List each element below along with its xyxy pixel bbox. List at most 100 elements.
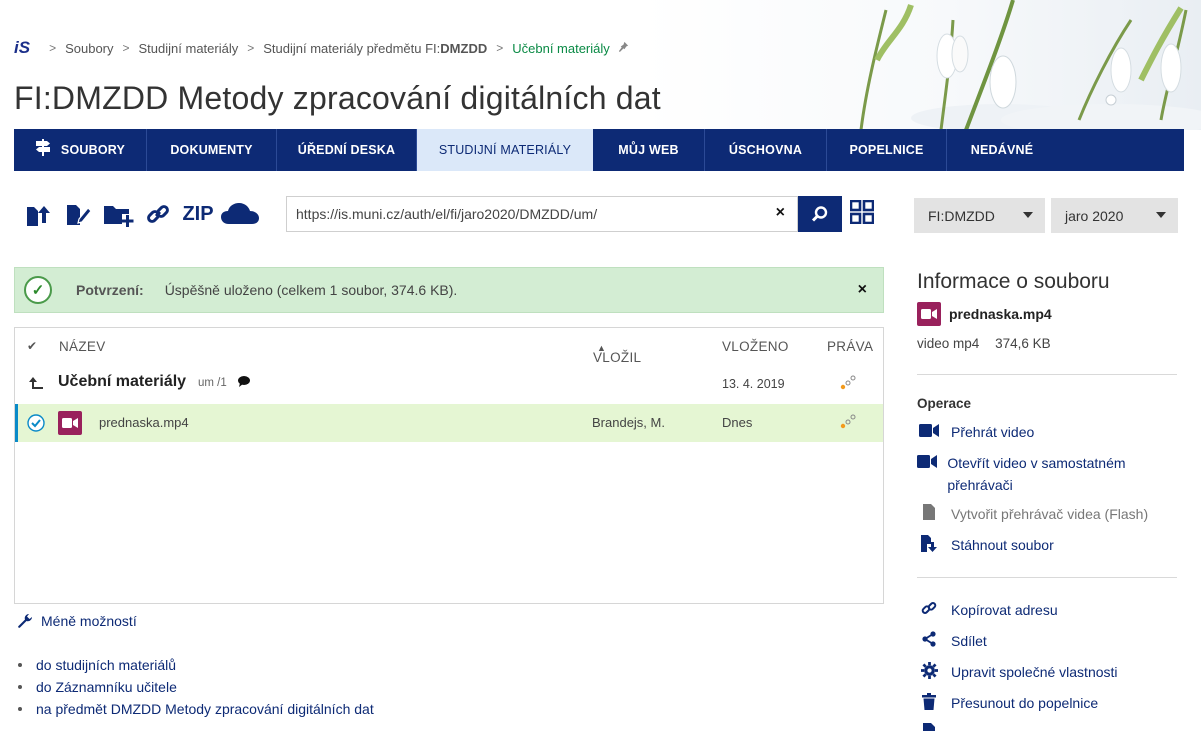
play-video-label: Přehrát video bbox=[951, 424, 1035, 440]
edit-properties-action[interactable]: Upravit společné vlastnosti bbox=[917, 661, 1118, 683]
search-button[interactable] bbox=[798, 196, 842, 232]
table-row-parent[interactable]: Učební materiály um /1 13. 4. 2019 bbox=[15, 365, 883, 403]
table-header: ✔ NÁZEV VLOŽIL ▲ VLOŽENO PRÁVA bbox=[15, 328, 883, 366]
folder-plus-icon bbox=[104, 206, 134, 227]
rights-icon[interactable] bbox=[840, 374, 856, 393]
related-links: do studijních materiálů do Záznamníku uč… bbox=[18, 654, 374, 720]
breadcrumb-studijni-materialy[interactable]: Studijní materiály bbox=[139, 41, 239, 56]
edit-file-icon bbox=[67, 205, 92, 225]
link-studijni-materialy[interactable]: do studijních materiálů bbox=[36, 657, 176, 673]
grid-view-button[interactable] bbox=[849, 199, 876, 228]
path-input[interactable]: https://is.muni.cz/auth/el/fi/jaro2020/D… bbox=[286, 196, 798, 232]
list-item: do studijních materiálů bbox=[18, 654, 374, 676]
video-camera-icon bbox=[917, 421, 941, 439]
gear-icon bbox=[917, 661, 941, 679]
tab-label: STUDIJNÍ MATERIÁLY bbox=[438, 143, 572, 157]
is-logo[interactable]: iS bbox=[14, 38, 30, 58]
create-flash-player-label: Vytvořit přehrávač videa (Flash) bbox=[951, 506, 1149, 522]
clear-icon[interactable]: × bbox=[776, 204, 785, 222]
snowdrop-flowers-image bbox=[859, 0, 1201, 130]
upload-file-button[interactable] bbox=[18, 197, 58, 231]
download-file-action[interactable]: Stáhnout soubor bbox=[917, 534, 1054, 556]
column-header-date[interactable]: VLOŽENO bbox=[722, 339, 789, 354]
close-icon[interactable]: × bbox=[858, 281, 867, 299]
comment-icon[interactable] bbox=[238, 375, 250, 390]
edit-file-button[interactable] bbox=[58, 197, 98, 231]
check-circle-icon: ✓ bbox=[24, 276, 52, 304]
column-header-owner-label: VLOŽIL bbox=[593, 350, 642, 365]
tab-uschovna[interactable]: ÚSCHOVNA bbox=[705, 129, 827, 171]
chevron-right-icon: > bbox=[496, 41, 504, 55]
file-toolbar: ZIP bbox=[18, 196, 262, 232]
copy-address-action[interactable]: Kopírovat adresu bbox=[917, 599, 1058, 621]
tab-soubory[interactable]: SOUBORY bbox=[14, 129, 147, 171]
tab-label: ÚŘEDNÍ DESKA bbox=[297, 143, 396, 157]
page-title: FI:DMZDD Metody zpracování digitálních d… bbox=[14, 80, 661, 116]
info-panel-title: Informace o souboru bbox=[917, 270, 1110, 293]
confirmation-alert: ✓ Potvrzení: Úspěšně uloženo (celkem 1 s… bbox=[14, 267, 884, 313]
file-date: Dnes bbox=[722, 415, 753, 430]
selected-check-icon[interactable] bbox=[27, 414, 45, 435]
operations-title: Operace bbox=[917, 396, 972, 411]
next-action-partial[interactable] bbox=[917, 722, 951, 731]
play-video-action[interactable]: Přehrát video bbox=[917, 421, 1034, 443]
info-file-name-text: prednaska.mp4 bbox=[949, 306, 1052, 322]
tab-uredni-deska[interactable]: ÚŘEDNÍ DESKA bbox=[277, 129, 417, 171]
divider bbox=[917, 577, 1177, 578]
term-select[interactable]: jaro 2020 bbox=[1051, 198, 1178, 233]
download-file-icon bbox=[917, 534, 941, 552]
less-options-link[interactable]: Méně možností bbox=[17, 613, 137, 629]
breadcrumb-soubory[interactable]: Soubory bbox=[65, 41, 113, 56]
document-icon bbox=[917, 722, 941, 731]
column-header-rights[interactable]: PRÁVA bbox=[827, 339, 873, 354]
select-all-check-icon[interactable]: ✔ bbox=[27, 339, 37, 353]
column-header-owner[interactable]: VLOŽIL ▲ bbox=[593, 339, 641, 365]
parent-folder-path: um /1 bbox=[198, 377, 227, 389]
create-flash-player-action[interactable]: Vytvořit přehrávač videa (Flash) bbox=[917, 503, 1148, 525]
zip-button[interactable]: ZIP bbox=[178, 197, 218, 231]
signpost-icon bbox=[35, 139, 51, 161]
table-row[interactable]: prednaska.mp4 Brandejs, M. Dnes bbox=[15, 404, 883, 442]
alert-label: Potvrzení: bbox=[76, 282, 144, 298]
caret-down-icon bbox=[1023, 212, 1033, 218]
file-name[interactable]: prednaska.mp4 bbox=[99, 415, 189, 430]
open-video-player-action[interactable]: Otevřít video v samostatném přehrávači bbox=[917, 452, 1157, 496]
video-file-icon bbox=[58, 411, 82, 435]
link-icon bbox=[917, 599, 941, 617]
breadcrumb-predmet-code: DMZDD bbox=[440, 40, 488, 56]
link-button[interactable] bbox=[138, 197, 178, 231]
file-owner: Brandejs, M. bbox=[592, 415, 665, 430]
link-icon bbox=[147, 205, 169, 223]
chevron-right-icon: > bbox=[247, 41, 255, 55]
file-list: ✔ NÁZEV VLOŽIL ▲ VLOŽENO PRÁVA Učební ma… bbox=[14, 327, 884, 604]
tab-dokumenty[interactable]: DOKUMENTY bbox=[147, 129, 277, 171]
breadcrumb-predmet[interactable]: Studijní materiály předmětu FI:DMZDD bbox=[263, 41, 487, 56]
term-select-value: jaro 2020 bbox=[1065, 207, 1124, 224]
breadcrumb: iS > Soubory > Studijní materiály > Stud… bbox=[14, 38, 629, 58]
parent-folder-name[interactable]: Učební materiály bbox=[58, 373, 186, 391]
share-action[interactable]: Sdílet bbox=[917, 630, 987, 652]
info-file-name: prednaska.mp4 bbox=[917, 302, 1052, 326]
column-header-name[interactable]: NÁZEV bbox=[59, 339, 106, 354]
breadcrumb-current[interactable]: Učební materiály bbox=[512, 41, 610, 56]
bullet bbox=[18, 707, 22, 711]
pin-icon[interactable] bbox=[618, 41, 629, 55]
tab-nedavne[interactable]: NEDÁVNÉ bbox=[947, 129, 1057, 171]
tab-muj-web[interactable]: MŮJ WEB bbox=[593, 129, 705, 171]
move-to-trash-action[interactable]: Přesunout do popelnice bbox=[917, 692, 1098, 714]
course-select[interactable]: FI:DMZDD bbox=[914, 198, 1045, 233]
cloud-button[interactable] bbox=[218, 197, 262, 231]
wrench-icon bbox=[17, 613, 33, 629]
level-up-icon bbox=[29, 375, 43, 394]
link-zaznamnik-ucitele[interactable]: do Záznamníku učitele bbox=[36, 679, 177, 695]
parent-folder-date: 13. 4. 2019 bbox=[722, 377, 785, 391]
tab-studijni-materialy[interactable]: STUDIJNÍ MATERIÁLY bbox=[417, 129, 593, 171]
new-folder-button[interactable] bbox=[98, 197, 138, 231]
open-video-player-label: Otevřít video v samostatném přehrávači bbox=[947, 455, 1126, 493]
rights-icon[interactable] bbox=[840, 413, 856, 432]
tab-popelnice[interactable]: POPELNICE bbox=[827, 129, 947, 171]
tab-label: NEDÁVNÉ bbox=[970, 143, 1034, 157]
grid-icon bbox=[849, 199, 875, 225]
alert-message: Úspěšně uloženo (celkem 1 soubor, 374.6 … bbox=[164, 282, 458, 298]
link-predmet[interactable]: na předmět DMZDD Metody zpracování digit… bbox=[36, 701, 374, 717]
